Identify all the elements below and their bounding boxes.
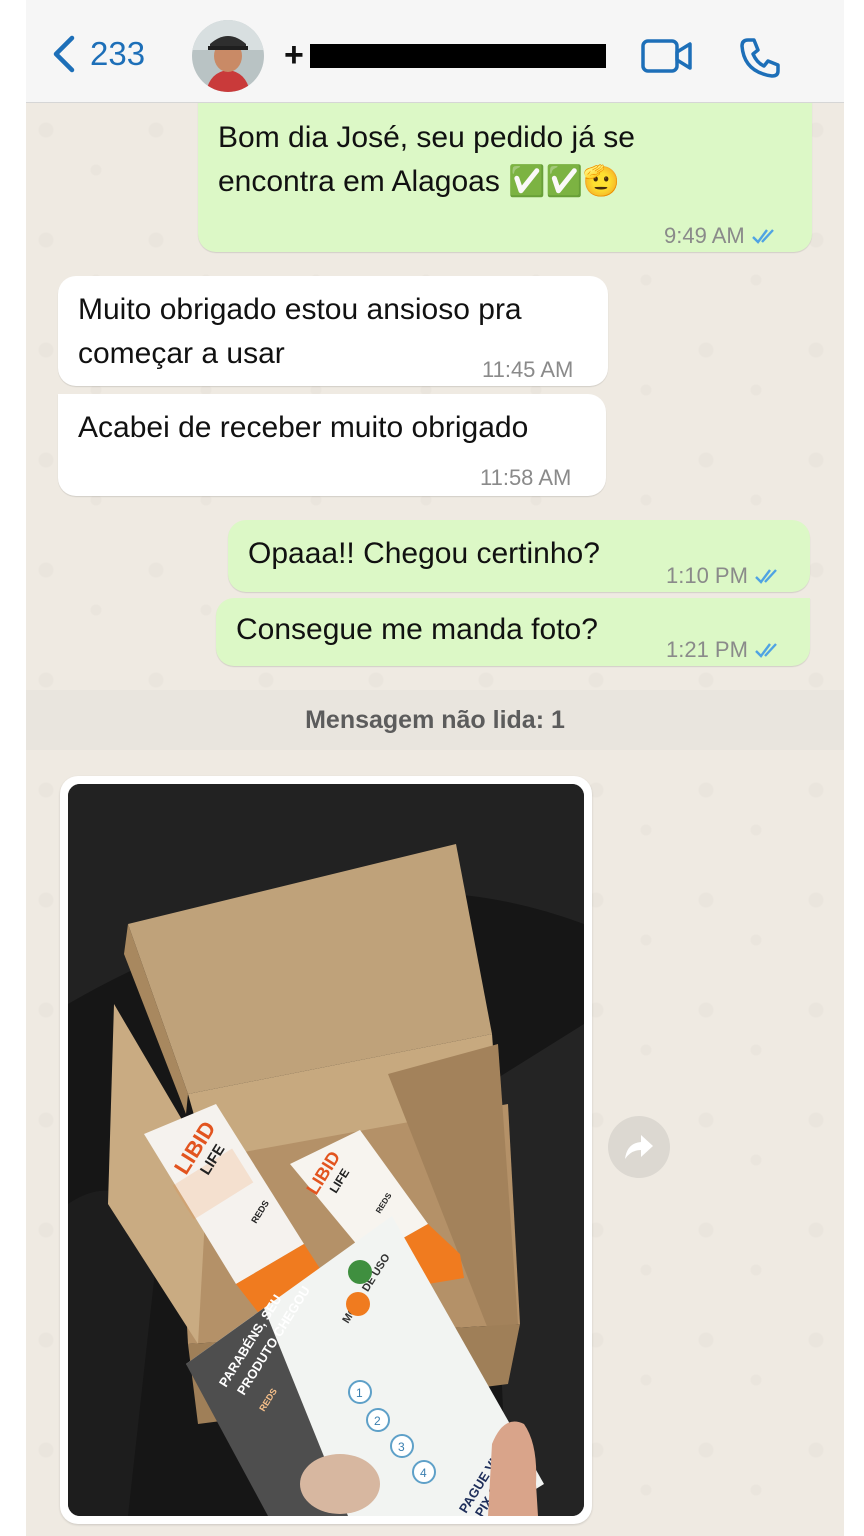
svg-text:4: 4 xyxy=(420,1466,427,1480)
message-text: Muito obrigado estou ansioso pra começar… xyxy=(78,293,522,370)
svg-text:2: 2 xyxy=(374,1414,381,1428)
read-ticks-icon xyxy=(755,569,777,584)
message-time: 9:49 AM xyxy=(664,223,745,248)
unread-chats-count: 233 xyxy=(90,35,146,72)
chat-header: 233 + xyxy=(26,0,844,103)
message-bubble-incoming[interactable]: Acabei de receber muito obrigado 11:58 A… xyxy=(58,394,606,496)
message-time: 11:58 AM xyxy=(480,465,572,490)
phone-call-icon[interactable] xyxy=(738,36,782,80)
message-meta: 1:21 PM xyxy=(666,628,784,672)
message-bubble-outgoing[interactable]: Bom dia José, seu pedido já se encontra … xyxy=(198,96,812,252)
message-text: Acabei de receber muito obrigado xyxy=(78,411,529,444)
unread-messages-banner: Mensagem não lida: 1 xyxy=(26,690,844,750)
read-ticks-icon xyxy=(751,229,774,244)
message-text: Bom dia José, seu pedido já se encontra … xyxy=(218,121,635,198)
contact-prefix: + xyxy=(284,36,305,74)
chat-screen: 233 + Bom dia José, seu pedido já se enc… xyxy=(26,0,844,1536)
emoji: ✅✅🫡 xyxy=(508,165,621,198)
message-bubble-incoming[interactable]: Muito obrigado estou ansioso pra começar… xyxy=(58,276,608,386)
contact-name[interactable]: + xyxy=(284,36,305,75)
message-meta: 9:49 AM xyxy=(664,214,781,258)
forward-arrow-icon xyxy=(625,1135,653,1159)
back-button[interactable]: 233 xyxy=(50,34,145,74)
avatar[interactable] xyxy=(192,20,264,92)
video-call-icon[interactable] xyxy=(640,36,694,76)
received-photo[interactable]: LIBID LIFE REDS LIBID LIFE REDS PARABÉNS xyxy=(68,784,584,1516)
svg-text:3: 3 xyxy=(398,1440,405,1454)
read-ticks-icon xyxy=(755,643,777,658)
message-text: Opaaa!! Chegou certinho? xyxy=(248,537,600,570)
message-time: 1:10 PM xyxy=(666,563,748,588)
message-time: 1:21 PM xyxy=(666,637,748,662)
redacted-phone-number xyxy=(310,44,606,68)
image-message-bubble[interactable]: LIBID LIFE REDS LIBID LIFE REDS PARABÉNS xyxy=(60,776,592,1524)
message-meta: 1:10 PM xyxy=(666,554,784,598)
svg-text:1: 1 xyxy=(356,1386,363,1400)
message-bubble-outgoing[interactable]: Consegue me manda foto? 1:21 PM xyxy=(216,598,810,666)
forward-button[interactable] xyxy=(608,1116,670,1178)
message-time: 11:45 AM xyxy=(482,357,574,382)
message-text: Consegue me manda foto? xyxy=(236,613,598,646)
message-bubble-outgoing[interactable]: Opaaa!! Chegou certinho? 1:10 PM xyxy=(228,520,810,592)
chevron-left-icon xyxy=(53,35,75,73)
